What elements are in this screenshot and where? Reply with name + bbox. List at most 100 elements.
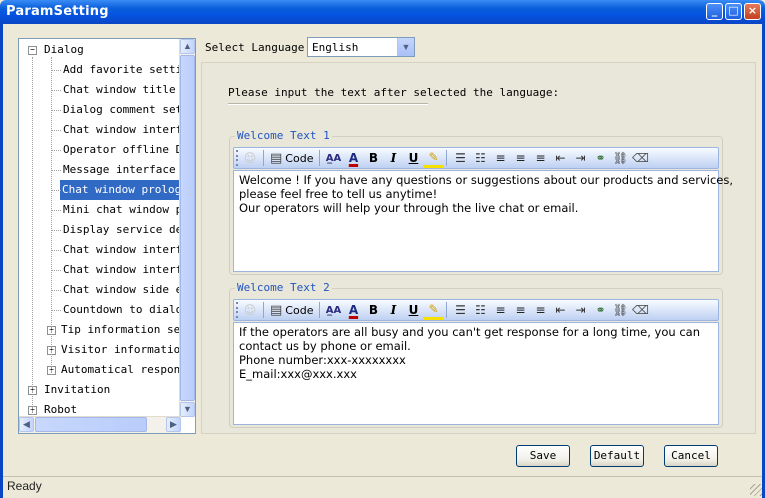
tree-item[interactable]: Dialog comment setti (63, 100, 195, 120)
tree-item[interactable]: Chat window interfac (63, 120, 195, 140)
indent-icon[interactable]: ⇥ (570, 148, 590, 168)
language-selected: English (312, 41, 359, 54)
tree-item[interactable]: Chat window side edg (63, 280, 195, 300)
unlink-icon[interactable]: ⛓ (610, 300, 630, 320)
scroll-left-button[interactable]: ◀ (19, 417, 34, 432)
link-icon[interactable]: ⚭ (590, 148, 610, 168)
tree-item[interactable]: Chat window interfac (63, 260, 195, 280)
collapse-icon[interactable]: − (28, 46, 37, 55)
tree-item[interactable]: Chat window title se (63, 80, 195, 100)
tree-item[interactable]: Mini chat window pro (63, 200, 195, 220)
scroll-hthumb[interactable] (35, 417, 147, 432)
scroll-thumb[interactable] (180, 55, 195, 401)
welcome-text-2-editor[interactable]: If the operators are all busy and you ca… (233, 322, 719, 425)
bold-icon[interactable]: B (363, 148, 383, 168)
editor-line: please feel free to tell us anytime! (239, 187, 438, 201)
align-right-icon[interactable]: ≡ (530, 148, 550, 168)
underline-icon[interactable]: U (403, 148, 423, 168)
unordered-list-icon[interactable]: ☷ (470, 148, 490, 168)
language-select[interactable]: English ▼ (307, 37, 415, 57)
ordered-list-icon[interactable]: ☰ (450, 148, 470, 168)
scroll-down-button[interactable]: ▼ (180, 402, 195, 417)
save-button[interactable]: Save (516, 445, 570, 467)
align-left-icon[interactable]: ≡ (490, 148, 510, 168)
toolbar-separator (319, 302, 321, 318)
toolbar-separator (319, 150, 321, 166)
tree-connector (51, 270, 61, 271)
tree-item[interactable]: Visitor information (61, 340, 187, 360)
tree-guide (32, 57, 33, 417)
maximize-button[interactable]: □ (725, 3, 742, 20)
code-button[interactable]: ▤ Code (267, 148, 316, 168)
highlight-icon[interactable]: ✎ (423, 148, 444, 168)
unordered-list-icon[interactable]: ☷ (470, 300, 490, 320)
default-button[interactable]: Default (590, 445, 644, 467)
align-left-icon[interactable]: ≡ (490, 300, 510, 320)
code-label: Code (285, 151, 314, 165)
font-color-icon[interactable]: A (343, 148, 363, 168)
underline-icon[interactable]: U (403, 300, 423, 320)
title-bar[interactable]: ParamSetting _ □ × (0, 0, 765, 24)
unlink-icon[interactable]: ⛓ (610, 148, 630, 168)
highlight-icon[interactable]: ✎ (423, 300, 444, 320)
font-size-icon[interactable]: A̲A (323, 148, 343, 168)
close-button[interactable]: × (744, 3, 761, 20)
ordered-list-icon[interactable]: ☰ (450, 300, 470, 320)
italic-icon[interactable]: I (383, 148, 403, 168)
resize-grip[interactable] (750, 484, 762, 496)
eraser-icon[interactable]: ⌫ (630, 300, 650, 320)
tree-vertical-scrollbar[interactable]: ▲ ▼ (179, 39, 195, 417)
tree-guide (51, 57, 52, 375)
toolbar-separator (263, 150, 264, 166)
align-right-icon[interactable]: ≡ (530, 300, 550, 320)
tree-item[interactable]: Countdown to dialog (63, 300, 189, 320)
editor-line: Welcome ! If you have any questions or s… (239, 173, 734, 187)
settings-tree[interactable]: Dialog − Add favorite setting Chat window t… (18, 38, 196, 434)
tree-item[interactable]: Invitation (44, 380, 110, 400)
cancel-button[interactable]: Cancel (664, 445, 718, 467)
chevron-down-icon[interactable]: ▼ (397, 38, 414, 56)
font-color-icon[interactable]: A (343, 300, 363, 320)
editor-line: E_mail:xxx@xxx.xxx (239, 367, 357, 381)
toolbar-separator (446, 150, 448, 166)
editor-line: If the operators are all busy and you ca… (239, 325, 700, 339)
tree-item[interactable]: Add favorite setting (63, 60, 195, 80)
toolbar-separator (263, 302, 264, 318)
minimize-button[interactable]: _ (706, 3, 723, 20)
italic-icon[interactable]: I (383, 300, 403, 320)
tree-connector (51, 210, 61, 211)
tree-connector (51, 90, 61, 91)
tree-item[interactable]: Chat window prologue (60, 180, 195, 200)
scroll-right-button[interactable]: ▶ (166, 417, 181, 432)
editor-line: Our operators will help your through the… (239, 201, 579, 215)
scroll-up-button[interactable]: ▲ (180, 39, 195, 54)
tree-item[interactable]: Operator offline Dis (63, 140, 195, 160)
font-size-icon[interactable]: A̲A (323, 300, 343, 320)
tree-item[interactable]: Chat window interfac (63, 240, 195, 260)
smiley-icon[interactable]: ☺ (240, 300, 260, 320)
tree-item[interactable]: Automatical response (61, 360, 193, 380)
tree-horizontal-scrollbar[interactable]: ◀ ▶ (19, 416, 181, 433)
status-bar: Ready (3, 476, 762, 496)
tree-item[interactable]: Display service depa (63, 220, 195, 240)
eraser-icon[interactable]: ⌫ (630, 148, 650, 168)
align-center-icon[interactable]: ≡ (510, 300, 530, 320)
bold-icon[interactable]: B (363, 300, 383, 320)
code-label: Code (285, 303, 314, 317)
tree-connector (51, 190, 61, 191)
outdent-icon[interactable]: ⇤ (550, 148, 570, 168)
code-icon: ▤ (270, 302, 283, 318)
tree-connector (51, 130, 61, 131)
tree-item[interactable]: Tip information sett (61, 320, 193, 340)
smiley-icon[interactable]: ☺ (240, 148, 260, 168)
indent-icon[interactable]: ⇥ (570, 300, 590, 320)
window-frame-left (0, 24, 3, 498)
tree-item[interactable]: Message interface se (63, 160, 195, 180)
status-text: Ready (7, 479, 42, 493)
align-center-icon[interactable]: ≡ (510, 148, 530, 168)
link-icon[interactable]: ⚭ (590, 300, 610, 320)
outdent-icon[interactable]: ⇤ (550, 300, 570, 320)
tree-item[interactable]: Dialog (44, 40, 84, 60)
welcome-text-1-editor[interactable]: Welcome ! If you have any questions or s… (233, 170, 734, 272)
code-button[interactable]: ▤ Code (267, 300, 316, 320)
